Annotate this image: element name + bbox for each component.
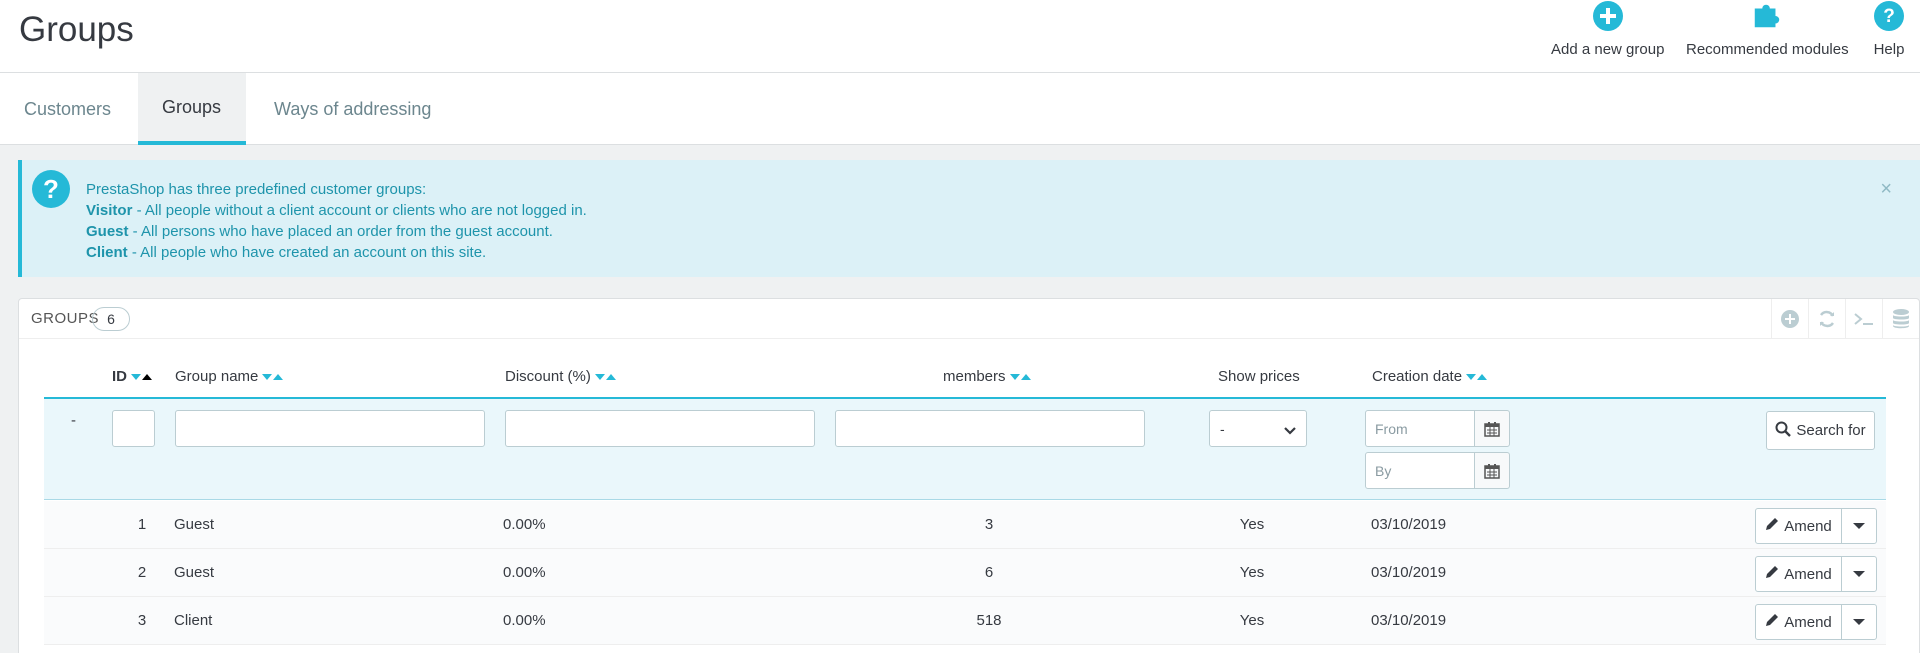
- caret-down-icon[interactable]: [1842, 605, 1876, 639]
- cell-creation-date: 03/10/2019: [1371, 612, 1447, 629]
- show-prices-select[interactable]: -: [1209, 410, 1307, 447]
- cell-show-prices: Yes: [1239, 612, 1265, 629]
- alert-intro: PrestaShop has three predefined customer…: [86, 181, 427, 198]
- column-header-show-prices: Show prices: [1218, 368, 1300, 385]
- search-button[interactable]: Search for: [1766, 411, 1875, 450]
- cell-id: 2: [137, 564, 147, 581]
- refresh-icon[interactable]: [1808, 299, 1845, 339]
- close-icon[interactable]: ×: [1880, 178, 1892, 201]
- cell-discount: 0.00%: [503, 612, 546, 629]
- amend-button-group: Amend: [1755, 604, 1877, 640]
- cell-group-name: Guest: [174, 516, 215, 533]
- cell-creation-date: 03/10/2019: [1371, 564, 1447, 581]
- group-name-filter-input[interactable]: [175, 410, 485, 447]
- cell-members: 518: [976, 612, 1002, 629]
- panel-title: Groups: [31, 310, 100, 327]
- cell-show-prices: Yes: [1239, 516, 1265, 533]
- sort-arrows-icon[interactable]: [1466, 373, 1488, 381]
- date-to-input[interactable]: By: [1365, 452, 1475, 489]
- sort-arrows-icon[interactable]: [262, 373, 284, 381]
- calendar-icon[interactable]: [1474, 410, 1510, 447]
- alert-line-client: Client - All people who have created an …: [86, 244, 487, 261]
- info-alert: ? PrestaShop has three predefined custom…: [18, 160, 1920, 277]
- puzzle-icon: [1751, 1, 1783, 31]
- question-circle-icon: ?: [1873, 1, 1905, 31]
- svg-text:?: ?: [1883, 6, 1895, 27]
- amend-button[interactable]: Amend: [1756, 605, 1842, 639]
- id-filter-input[interactable]: [112, 410, 155, 447]
- add-new-group-label: Add a new group: [1551, 41, 1665, 58]
- cell-members: 6: [984, 564, 994, 581]
- cell-id: 3: [137, 612, 147, 629]
- recommended-modules-button[interactable]: Recommended modules: [1686, 0, 1849, 73]
- date-from-input[interactable]: From: [1365, 410, 1475, 447]
- tabs-bar: Customers Groups Ways of addressing: [0, 73, 1920, 145]
- tab-ways-of-addressing[interactable]: Ways of addressing: [250, 73, 455, 145]
- table-row: 3 Client 0.00% 518 Yes 03/10/2019 Amend: [44, 597, 1886, 645]
- recommended-modules-label: Recommended modules: [1686, 41, 1849, 58]
- cell-show-prices: Yes: [1239, 564, 1265, 581]
- chevron-down-icon: [1284, 423, 1296, 439]
- pencil-icon: [1765, 613, 1779, 631]
- database-icon[interactable]: [1882, 299, 1919, 339]
- panel-actions: [1771, 299, 1919, 339]
- sort-arrows-icon[interactable]: [131, 373, 152, 381]
- tab-customers[interactable]: Customers: [0, 73, 135, 145]
- column-header-members[interactable]: members: [943, 368, 1031, 385]
- cell-id: 1: [137, 516, 147, 533]
- amend-button[interactable]: Amend: [1756, 509, 1842, 543]
- cell-members: 3: [984, 516, 994, 533]
- cell-discount: 0.00%: [503, 516, 546, 533]
- cell-discount: 0.00%: [503, 564, 546, 581]
- column-header-discount[interactable]: Discount (%): [505, 368, 616, 385]
- discount-filter-input[interactable]: [505, 410, 815, 447]
- sort-arrows-icon[interactable]: [1009, 373, 1031, 381]
- page-title: Groups: [19, 10, 134, 49]
- sql-icon[interactable]: [1845, 299, 1882, 339]
- add-icon[interactable]: [1771, 299, 1808, 339]
- table-row: 2 Guest 0.00% 6 Yes 03/10/2019 Amend: [44, 549, 1886, 597]
- filter-dash: -: [71, 412, 76, 429]
- plus-circle-icon: [1592, 1, 1624, 31]
- caret-down-icon[interactable]: [1842, 557, 1876, 591]
- help-label: Help: [1873, 41, 1905, 58]
- column-header-id[interactable]: ID: [112, 368, 152, 385]
- alert-text: PrestaShop has three predefined customer…: [86, 179, 587, 263]
- add-new-group-button[interactable]: Add a new group: [1551, 0, 1664, 73]
- question-icon: ?: [32, 170, 70, 208]
- table-row: 1 Guest 0.00% 3 Yes 03/10/2019 Amend: [44, 501, 1886, 549]
- search-icon: [1775, 421, 1792, 441]
- cell-group-name: Guest: [174, 564, 215, 581]
- column-header-group-name[interactable]: Group name: [175, 368, 284, 385]
- amend-button-group: Amend: [1755, 508, 1877, 544]
- members-filter-input[interactable]: [835, 410, 1145, 447]
- cell-group-name: Client: [174, 612, 213, 629]
- pencil-icon: [1765, 565, 1779, 583]
- column-header-creation-date[interactable]: Creation date: [1372, 368, 1488, 385]
- amend-button-group: Amend: [1755, 556, 1877, 592]
- sort-arrows-icon[interactable]: [594, 373, 616, 381]
- calendar-icon[interactable]: [1474, 452, 1510, 489]
- alert-line-visitor: Visitor - All people without a client ac…: [86, 202, 587, 219]
- svg-text:?: ?: [43, 177, 59, 201]
- tab-groups[interactable]: Groups: [138, 73, 246, 145]
- cell-creation-date: 03/10/2019: [1371, 516, 1447, 533]
- caret-down-icon[interactable]: [1842, 509, 1876, 543]
- help-button[interactable]: ? Help: [1873, 0, 1905, 73]
- pencil-icon: [1765, 517, 1779, 535]
- count-badge: 6: [92, 307, 130, 331]
- amend-button[interactable]: Amend: [1756, 557, 1842, 591]
- alert-line-guest: Guest - All persons who have placed an o…: [86, 223, 553, 240]
- page-header: Groups Add a new group Recommended modul…: [0, 0, 1920, 73]
- panel-heading: Groups 6: [19, 299, 1919, 339]
